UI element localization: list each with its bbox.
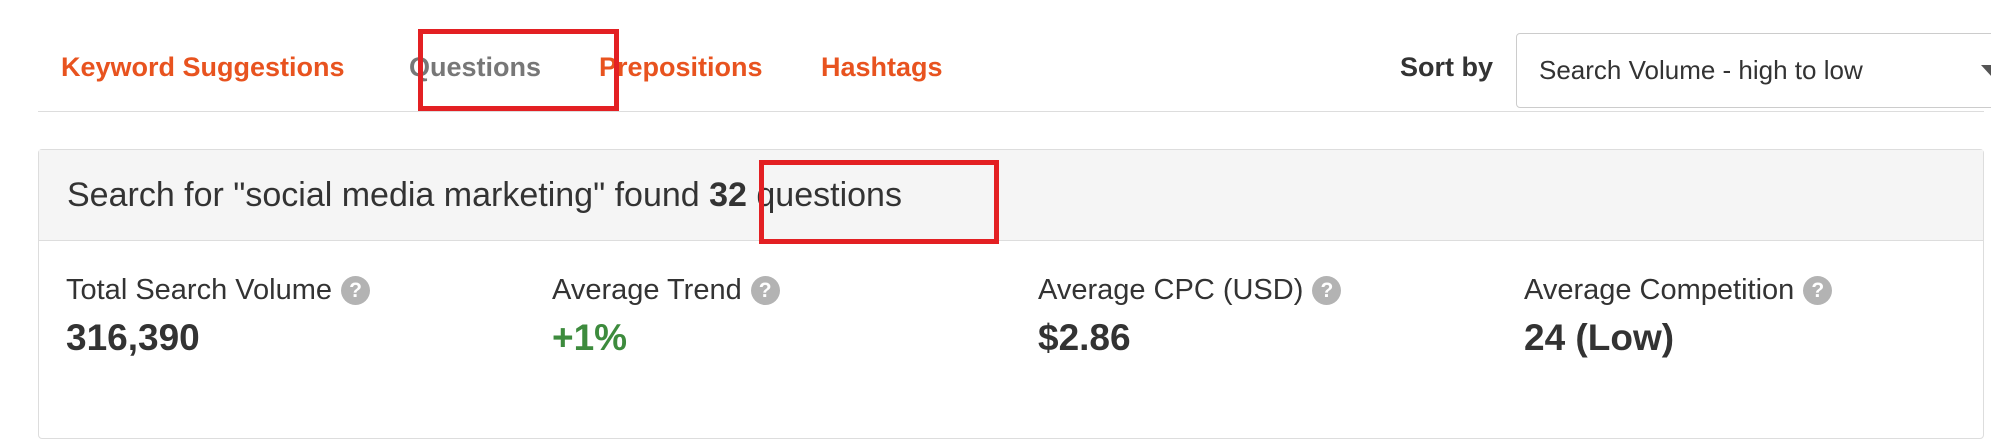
metric-average-cpc: Average CPC (USD) ? $2.86 [1038, 274, 1342, 359]
help-icon[interactable]: ? [340, 276, 370, 305]
metric-value: $2.86 [1038, 317, 1131, 358]
tab-keyword-suggestions[interactable]: Keyword Suggestions [61, 52, 345, 83]
results-summary-header: Search for "social media marketing" foun… [39, 150, 1983, 241]
metric-average-trend: Average Trend ? +1% [552, 274, 780, 359]
tab-prepositions[interactable]: Prepositions [599, 52, 763, 83]
help-icon[interactable]: ? [750, 276, 780, 305]
metric-label: Average CPC (USD) [1038, 274, 1304, 306]
tab-questions[interactable]: Questions [409, 52, 541, 83]
question-count: 32 [709, 176, 747, 214]
metric-label: Average Trend [552, 274, 742, 306]
summary-suffix: questions [746, 176, 902, 214]
metric-average-competition: Average Competition ? 24 (Low) [1524, 274, 1833, 359]
summary-prefix: Search for "social media marketing" foun… [67, 176, 710, 214]
metric-value: +1% [552, 317, 628, 358]
metric-label: Average Competition [1524, 274, 1795, 306]
sort-select[interactable]: Search Volume - high to low [1516, 33, 1991, 108]
tab-hashtags[interactable]: Hashtags [821, 52, 943, 83]
metric-value: 24 (Low) [1524, 317, 1675, 358]
result-tabs-bar: Keyword Suggestions Questions Prepositio… [38, 0, 1991, 112]
help-icon[interactable]: ? [1803, 276, 1833, 305]
metric-label: Total Search Volume [66, 274, 332, 306]
sort-by-label: Sort by [1400, 52, 1494, 82]
help-icon[interactable]: ? [1312, 276, 1342, 305]
chevron-down-icon[interactable] [1981, 65, 1991, 77]
metric-total-search-volume: Total Search Volume ? 316,390 [66, 274, 370, 359]
results-summary-text: Search for "social media marketing" foun… [67, 176, 902, 215]
sort-select-value: Search Volume - high to low [1539, 55, 1863, 85]
metric-value: 316,390 [66, 317, 200, 358]
